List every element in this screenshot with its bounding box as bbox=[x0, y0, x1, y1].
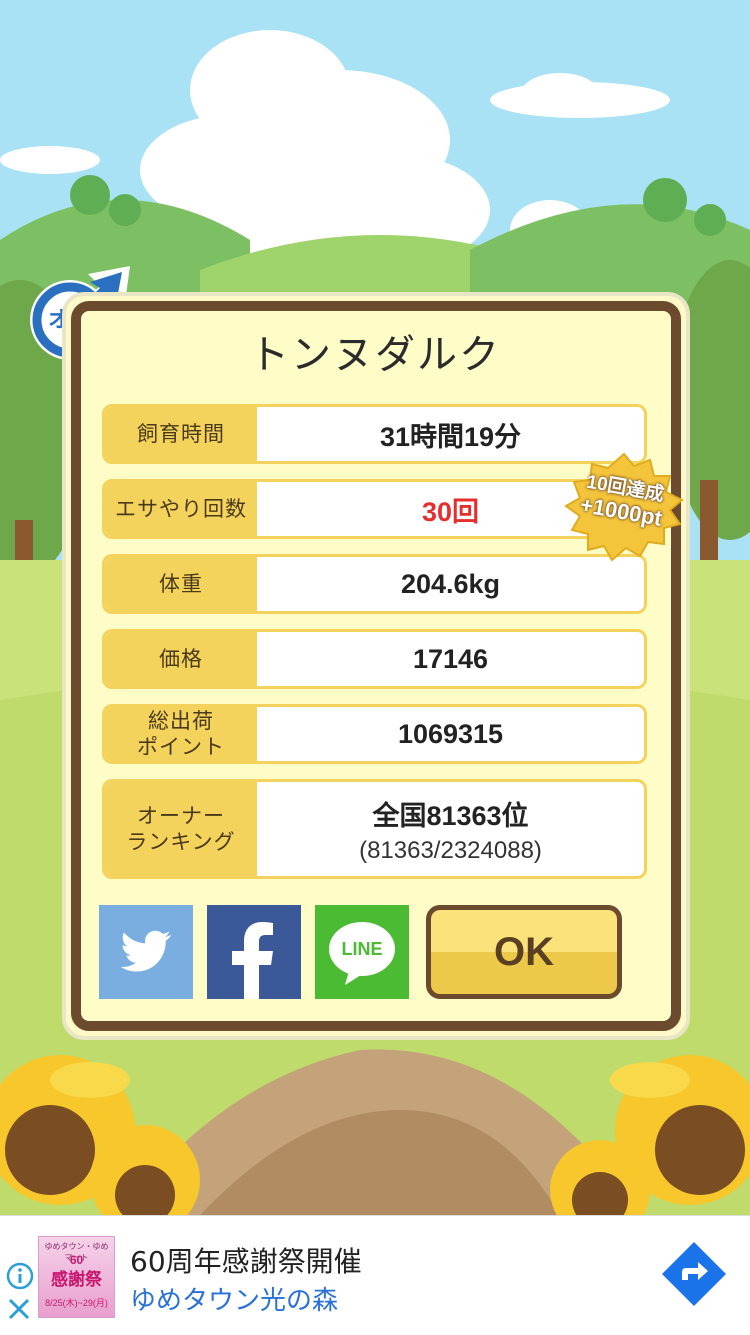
ad-thumb-dates: 8/25(木)~29(月) bbox=[45, 1298, 108, 1308]
stat-label-line2: ランキング bbox=[126, 830, 236, 854]
stat-value: 17146 bbox=[412, 643, 489, 674]
stat-row-price: 価格 17146 bbox=[102, 629, 647, 689]
facebook-icon bbox=[232, 922, 273, 999]
stat-label: エサやり回数 bbox=[105, 482, 257, 536]
stat-value: 204.6kg bbox=[400, 568, 501, 599]
ad-subtitle[interactable]: ゆめタウン光の森 bbox=[130, 1280, 338, 1317]
ranking-detail: (81363/2324088) bbox=[359, 836, 542, 864]
stat-label: 価格 bbox=[105, 632, 257, 686]
line-icon-label: LINE bbox=[341, 939, 383, 959]
ranking-value: 全国81363位 bbox=[372, 800, 529, 831]
ad-thumbnail[interactable]: ゆめタウン・ゆめマート 60 感謝祭 8/25(木)~29(月) bbox=[38, 1236, 115, 1318]
stat-label: オーナー ランキング bbox=[105, 782, 257, 876]
ok-button[interactable]: OK bbox=[426, 905, 622, 999]
ad-close-icon[interactable] bbox=[6, 1296, 32, 1322]
twitter-icon bbox=[120, 930, 171, 972]
stat-value: 全国81363位 (81363/2324088) bbox=[257, 782, 644, 876]
pet-name-title: トンヌダルク bbox=[249, 332, 501, 378]
ad-title[interactable]: 60周年感謝祭開催 bbox=[130, 1240, 362, 1280]
stat-label: 体重 bbox=[105, 557, 257, 611]
ad-thumb-main: 感謝祭 bbox=[51, 1270, 102, 1290]
stat-label-line1: 総出荷 bbox=[148, 709, 214, 733]
stat-row-owner-ranking: オーナー ランキング 全国81363位 (81363/2324088) bbox=[102, 779, 647, 879]
ad-banner[interactable]: ゆめタウン・ゆめマート 60 感謝祭 8/25(木)~29(月) 60周年感謝祭… bbox=[0, 1215, 750, 1335]
ad-info-icon[interactable] bbox=[6, 1262, 34, 1290]
ad-arrow-icon[interactable] bbox=[660, 1240, 728, 1308]
stat-row-total-shipping-points: 総出荷 ポイント 1069315 bbox=[102, 704, 647, 764]
twitter-share-button[interactable] bbox=[99, 905, 193, 999]
stat-label: 飼育時間 bbox=[105, 407, 257, 461]
stat-label-line2: ポイント bbox=[137, 735, 225, 759]
line-share-button[interactable]: LINE bbox=[315, 905, 409, 999]
stat-label: 総出荷 ポイント bbox=[105, 707, 257, 761]
stat-value: 1069315 bbox=[397, 718, 504, 749]
stat-label-line1: オーナー bbox=[137, 804, 225, 828]
facebook-share-button[interactable] bbox=[207, 905, 301, 999]
